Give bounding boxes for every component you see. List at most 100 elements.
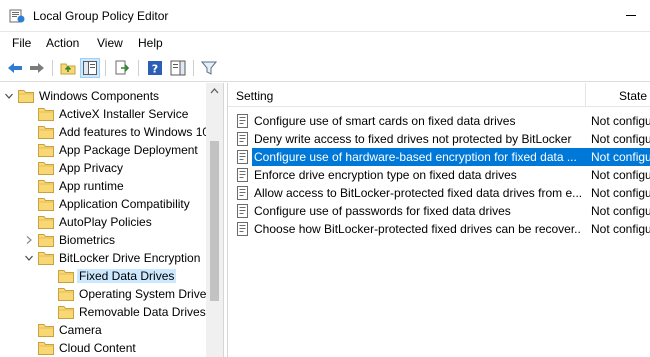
tree-item-label: ActiveX Installer Service <box>59 107 189 121</box>
policy-setting-icon <box>236 186 250 200</box>
table-row[interactable]: Enforce drive encryption type on fixed d… <box>228 166 650 184</box>
folder-icon <box>38 179 54 193</box>
table-row[interactable]: Choose how BitLocker-protected fixed dri… <box>228 220 650 238</box>
folder-icon <box>38 251 54 265</box>
toolbar-separator <box>52 60 53 76</box>
tree-item-label: Operating System Drives <box>79 287 213 301</box>
scroll-up-arrow-icon[interactable] <box>206 83 223 100</box>
setting-name: Configure use of passwords for fixed dat… <box>254 204 511 218</box>
setting-name: Enforce drive encryption type on fixed d… <box>254 168 517 182</box>
tree-item[interactable]: Add features to Windows 10 <box>0 123 209 141</box>
folder-icon <box>38 125 54 139</box>
tree-item-label: Windows Components <box>39 89 160 103</box>
tree-item[interactable]: App Privacy <box>0 159 206 177</box>
menu-file[interactable]: File <box>12 36 31 50</box>
folder-icon <box>38 341 54 355</box>
setting-state: Not configu <box>591 114 650 128</box>
tree-item[interactable]: Cloud Content <box>0 339 206 357</box>
setting-name: Allow access to BitLocker-protected fixe… <box>254 186 581 200</box>
folder-icon <box>38 161 54 175</box>
toolbar-separator <box>105 60 106 76</box>
tree-scroll-thumb[interactable] <box>210 141 219 301</box>
table-row[interactable]: Configure use of hardware-based encrypti… <box>228 148 650 166</box>
tree-item-label: Biometrics <box>59 233 116 247</box>
tree-item[interactable]: ActiveX Installer Service <box>0 105 206 123</box>
tree-pane[interactable]: Windows Components ActiveX Installer Serv… <box>0 83 224 357</box>
folder-icon <box>38 323 54 337</box>
tree-item[interactable]: Removable Data Drives <box>0 303 206 321</box>
setting-state: Not configu <box>591 150 650 164</box>
folder-icon <box>58 269 74 283</box>
tree-item-label: App Package Deployment <box>59 143 198 157</box>
chevron-down-icon[interactable] <box>4 90 14 102</box>
tree-item[interactable]: Windows Components <box>0 87 206 105</box>
filter-icon[interactable] <box>199 58 219 78</box>
show-hide-tree-icon[interactable] <box>80 58 100 78</box>
window-title: Local Group Policy Editor <box>33 9 169 23</box>
group-policy-icon <box>9 8 25 24</box>
back-arrow-icon[interactable] <box>5 58 25 78</box>
menu-action[interactable]: Action <box>46 36 79 50</box>
title-bar: Local Group Policy Editor <box>0 0 650 32</box>
tree-item-label: Removable Data Drives <box>79 305 206 319</box>
tree-item-label: BitLocker Drive Encryption <box>59 251 201 265</box>
tree-item[interactable]: Application Compatibility <box>0 195 206 213</box>
folder-icon <box>18 89 34 103</box>
policy-setting-icon <box>236 114 250 128</box>
menu-help[interactable]: Help <box>138 36 163 50</box>
tree-item[interactable]: BitLocker Drive Encryption <box>0 249 206 267</box>
up-folder-icon[interactable] <box>58 58 78 78</box>
folder-icon <box>38 215 54 229</box>
policy-setting-icon <box>236 204 250 218</box>
setting-name: Choose how BitLocker-protected fixed dri… <box>254 222 581 236</box>
tree-item[interactable]: Camera <box>0 321 206 339</box>
tree-item[interactable]: App runtime <box>0 177 206 195</box>
table-row[interactable]: Allow access to BitLocker-protected fixe… <box>228 184 650 202</box>
policy-setting-icon <box>236 222 250 236</box>
chevron-down-icon[interactable] <box>24 252 34 264</box>
forward-arrow-icon[interactable] <box>27 58 47 78</box>
folder-icon <box>38 143 54 157</box>
tree-item-label: AutoPlay Policies <box>59 215 152 229</box>
tree-item[interactable]: Fixed Data Drives <box>0 267 206 285</box>
tree-item[interactable]: AutoPlay Policies <box>0 213 206 231</box>
folder-icon <box>58 287 74 301</box>
minimize-button[interactable] <box>612 0 650 31</box>
folder-icon <box>38 233 54 247</box>
show-hide-action-pane-icon[interactable] <box>168 58 188 78</box>
toolbar-separator <box>193 60 194 76</box>
menu-view[interactable]: View <box>97 36 123 50</box>
column-header-setting[interactable]: Setting <box>236 89 273 103</box>
tree-item[interactable]: Operating System Drives <box>0 285 212 303</box>
tree-item-label: Camera <box>59 323 102 337</box>
tree-item-label: App runtime <box>59 179 124 193</box>
help-icon[interactable]: ? <box>145 58 165 78</box>
policy-setting-icon <box>236 168 250 182</box>
chevron-right-icon[interactable] <box>24 234 34 246</box>
column-divider[interactable] <box>585 83 586 107</box>
tree-item-label: Application Compatibility <box>59 197 190 211</box>
setting-state: Not configu <box>591 204 650 218</box>
settings-list-pane[interactable]: Setting State Configure use of smart car… <box>227 83 650 357</box>
table-row[interactable]: Configure use of smart cards on fixed da… <box>228 112 650 130</box>
setting-name: Configure use of hardware-based encrypti… <box>254 150 577 164</box>
table-row[interactable]: Deny write access to fixed drives not pr… <box>228 130 650 148</box>
setting-state: Not configu <box>591 186 650 200</box>
svg-text:?: ? <box>152 63 158 76</box>
column-header-state[interactable]: State <box>619 89 647 103</box>
setting-state: Not configu <box>591 168 650 182</box>
setting-name: Configure use of smart cards on fixed da… <box>254 114 516 128</box>
tree-item-label: Fixed Data Drives <box>77 269 177 283</box>
tree-item[interactable]: Biometrics <box>0 231 206 249</box>
menu-bar: File Action View Help <box>0 32 650 54</box>
table-row[interactable]: Configure use of passwords for fixed dat… <box>228 202 650 220</box>
setting-name: Deny write access to fixed drives not pr… <box>254 132 572 146</box>
tree-item[interactable]: App Package Deployment <box>0 141 206 159</box>
tree-scrollbar[interactable] <box>206 83 223 357</box>
export-list-icon[interactable] <box>112 58 132 78</box>
folder-icon <box>38 107 54 121</box>
tree-item-label: App Privacy <box>59 161 124 175</box>
setting-state: Not configu <box>591 222 650 236</box>
toolbar: ? <box>0 54 650 82</box>
setting-state: Not configu <box>591 132 650 146</box>
